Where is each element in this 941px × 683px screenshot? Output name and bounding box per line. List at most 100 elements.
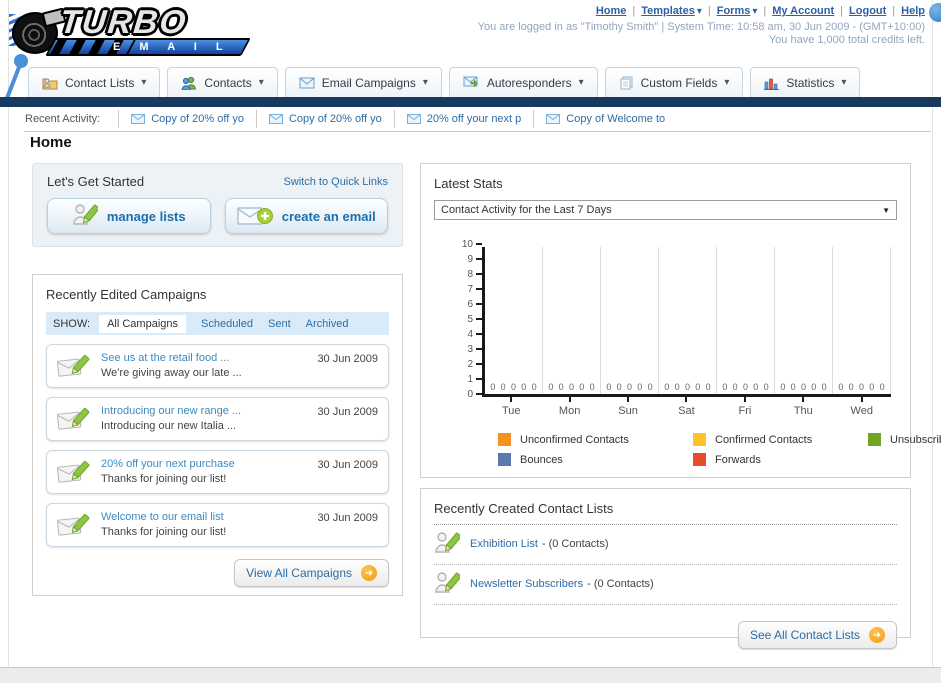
contact-list-link[interactable]: Exhibition List <box>470 538 538 550</box>
data-point-label: 0 <box>848 382 854 392</box>
divider <box>24 131 931 132</box>
nav-link-my-account[interactable]: My Account <box>772 5 834 17</box>
tab-label: Autoresponders <box>486 75 572 90</box>
filter-archived[interactable]: Archived <box>306 318 349 330</box>
nav-link-templates[interactable]: Templates <box>641 5 695 17</box>
data-point-label: 0 <box>800 382 806 392</box>
legend-item: Bounces <box>498 453 693 466</box>
nav-link-home[interactable]: Home <box>596 5 627 17</box>
show-label: SHOW: <box>53 317 91 330</box>
contact-list-link[interactable]: Newsletter Subscribers <box>470 578 583 590</box>
chart-day-group: 00000 <box>833 247 891 394</box>
legend-swatch-icon <box>498 433 511 446</box>
tab-contact-lists[interactable]: Contact Lists ▾ <box>28 67 161 97</box>
envelope-pencil-icon <box>57 513 90 536</box>
y-axis-tick: 8 <box>442 268 482 280</box>
data-point-label: 0 <box>568 382 574 392</box>
bar-chart-icon <box>764 78 780 90</box>
envelope-arrow-icon <box>463 76 478 88</box>
x-axis-label: Fri <box>716 397 774 417</box>
envelope-icon <box>268 114 283 124</box>
create-email-button[interactable]: create an email <box>224 198 388 234</box>
data-point-label: 0 <box>664 382 670 392</box>
data-point-label: 0 <box>647 382 653 392</box>
campaign-title[interactable]: Introducing our new range ... <box>101 405 307 417</box>
contact-list-row[interactable]: Newsletter Subscribers - (0 Contacts) <box>434 565 897 605</box>
data-point-label: 0 <box>500 382 506 392</box>
recent-activity-item[interactable]: Copy of 20% off yo <box>118 110 256 128</box>
chart-groups: 00000000000000000000000000000000000 <box>485 247 891 394</box>
campaign-title[interactable]: See us at the retail food ... <box>101 352 307 364</box>
nav-link-help[interactable]: Help <box>901 5 925 17</box>
legend-swatch-icon <box>693 433 706 446</box>
chart-plot-area: 00000000000000000000000000000000000 0123… <box>462 239 891 400</box>
turbo-email-logo[interactable]: TURBO E M A I L <box>9 3 260 62</box>
filter-scheduled[interactable]: Scheduled <box>201 318 253 330</box>
see-all-contact-lists-button[interactable]: See All Contact Lists ➜ <box>737 621 897 649</box>
campaign-row[interactable]: Introducing our new range ... Introducin… <box>46 397 389 441</box>
chart-legend: Unconfirmed Contacts Confirmed Contacts Un… <box>498 433 941 466</box>
data-point-label: 0 <box>821 382 827 392</box>
data-point-label: 0 <box>579 382 585 392</box>
data-point-label: 0 <box>742 382 748 392</box>
x-axis-label: Tue <box>482 397 540 417</box>
chart-day-group: 00000 <box>659 247 717 394</box>
tab-label: Contact Lists <box>65 75 135 90</box>
view-all-campaigns-button[interactable]: View All Campaigns ➜ <box>234 559 389 587</box>
data-point-label: 0 <box>684 382 690 392</box>
data-point-label: 0 <box>510 382 516 392</box>
y-axis-tick: 2 <box>442 358 482 370</box>
campaign-row[interactable]: See us at the retail food ... We're givi… <box>46 344 389 388</box>
campaign-title[interactable]: Welcome to our email list <box>101 511 307 523</box>
tab-contacts[interactable]: Contacts ▾ <box>167 67 278 97</box>
chart-day-group: 00000 <box>775 247 833 394</box>
envelope-icon <box>131 114 146 124</box>
campaign-subtitle: Thanks for joining our list! <box>101 473 227 485</box>
left-column: Let's Get Started Switch to Quick Links … <box>32 163 403 596</box>
tab-email-campaigns[interactable]: Email Campaigns ▾ <box>284 67 442 97</box>
chevron-down-icon: ▾ <box>578 77 584 88</box>
nav-separator: | <box>892 5 896 17</box>
campaign-title[interactable]: 20% off your next purchase <box>101 458 307 470</box>
contact-list-row[interactable]: Exhibition List - (0 Contacts) <box>434 525 897 565</box>
stats-period-select[interactable]: Contact Activity for the Last 7 Days ▼ <box>434 200 897 220</box>
nav-link-logout[interactable]: Logout <box>849 5 886 17</box>
y-axis-tick: 7 <box>442 283 482 295</box>
create-email-label: create an email <box>281 208 376 224</box>
stats-period-value: Contact Activity for the Last 7 Days <box>441 204 612 216</box>
envelope-pencil-icon <box>57 354 90 377</box>
recent-activity-text: Copy of Welcome to <box>566 113 666 125</box>
tab-custom-fields[interactable]: Custom Fields ▾ <box>604 67 744 97</box>
contacts-icon <box>181 76 197 90</box>
campaign-row[interactable]: Welcome to our email list Thanks for joi… <box>46 503 389 547</box>
campaign-row[interactable]: 20% off your next purchase Thanks for jo… <box>46 450 389 494</box>
chevron-down-icon: ▾ <box>752 6 758 17</box>
recent-activity-item[interactable]: Copy of Welcome to <box>533 110 677 128</box>
nav-link-forms[interactable]: Forms <box>717 5 751 17</box>
main-nav-tabs: Contact Lists ▾ Contacts ▾ Email Campaig… <box>28 67 861 97</box>
person-pencil-icon <box>435 532 460 553</box>
recent-activity-item[interactable]: Copy of 20% off yo <box>255 110 394 128</box>
data-point-label: 0 <box>869 382 875 392</box>
chevron-down-icon: ▾ <box>422 77 428 88</box>
select-arrow-icon: ▼ <box>882 205 890 215</box>
credits-info: You have 1,000 total credits left. <box>768 34 925 46</box>
filter-all-campaigns[interactable]: All Campaigns <box>99 314 186 333</box>
switch-quick-links-link[interactable]: Switch to Quick Links <box>283 176 388 188</box>
nav-separator: | <box>707 5 711 17</box>
x-axis-label: Mon <box>540 397 598 417</box>
legend-item: Unsubscribes <box>868 433 941 446</box>
y-axis-tick: 6 <box>442 298 482 310</box>
navy-divider-bar <box>0 97 941 107</box>
campaign-date: 30 Jun 2009 <box>317 459 378 471</box>
tab-statistics[interactable]: Statistics ▾ <box>750 67 861 97</box>
filter-sent[interactable]: Sent <box>268 318 291 330</box>
data-point-label: 0 <box>722 382 728 392</box>
x-axis-label: Sat <box>657 397 715 417</box>
manage-lists-button[interactable]: manage lists <box>47 198 211 234</box>
envelope-icon <box>406 114 421 124</box>
arrow-right-icon: ➜ <box>869 627 885 643</box>
recent-activity-item[interactable]: 20% off your next p <box>393 110 534 128</box>
tab-autoresponders[interactable]: Autoresponders ▾ <box>448 67 598 97</box>
data-point-label: 0 <box>616 382 622 392</box>
